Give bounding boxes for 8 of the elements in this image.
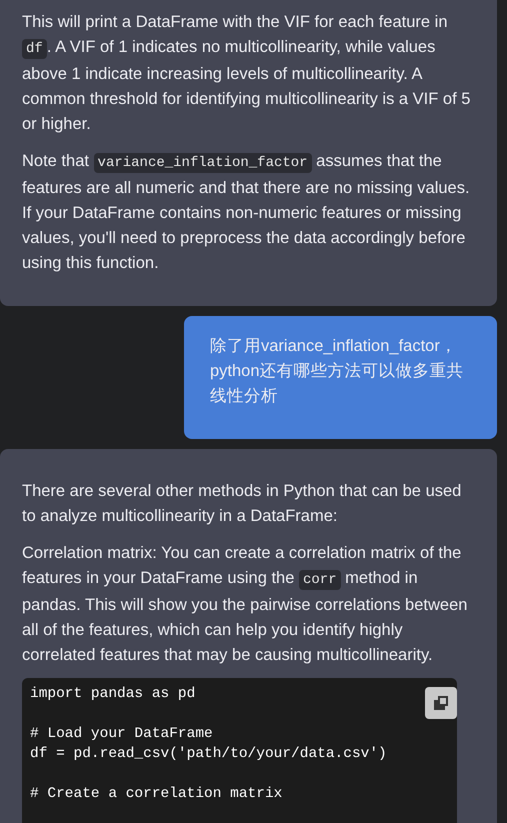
code-text: import pandas as pd # Load your DataFrame df = pd.read_csv('path/to/your/data.csv') # Create a correlation matrix xyxy=(30,685,387,804)
user-message-text: 除了用variance_inflation_factor，python还有哪些方法可以做多重共线性分析 xyxy=(210,337,464,405)
copy-icon xyxy=(433,695,449,711)
message-paragraph: Note that variance_inflation_factor assumes that the features are all numeric and that there are no missing values. If your DataFrame contains non-numeric features or missing values, you'll need to preprocess the data accordingly before using this function. xyxy=(22,151,471,274)
copy-button[interactable] xyxy=(425,687,457,719)
message-paragraph: There are several other methods in Python that can be used to analyze multicollinearity in a DataFrame: xyxy=(22,481,462,527)
message-paragraph: This will print a DataFrame with the VIF for each feature in df . A VIF of 1 indicates no multicollinearity, while values above 1 indicate increasing levels of multicollinearity. A common threshold for identifying multicollinearity is a VIF of 5 or higher. xyxy=(22,12,471,135)
message-paragraph: Correlation matrix: You can create a correlation matrix of the features in your DataFrame using the corr method in pandas. This will show you the pairwise correlations between all of the features, which can help you identify highly correlated features that may be causing multicollinearity. xyxy=(22,543,468,666)
